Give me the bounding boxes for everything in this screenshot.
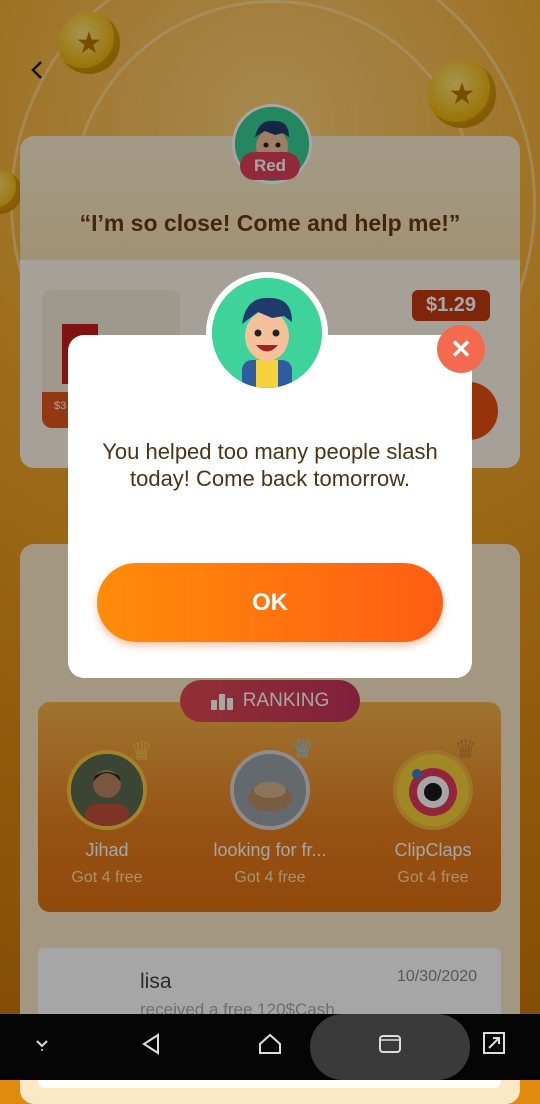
home-icon bbox=[259, 1033, 281, 1054]
ok-button[interactable]: OK bbox=[97, 563, 443, 642]
chevron-down-icon bbox=[36, 1040, 48, 1051]
nav-back-button[interactable] bbox=[134, 1030, 170, 1066]
boy-avatar-icon bbox=[212, 278, 322, 388]
nav-recents-button[interactable] bbox=[372, 1030, 408, 1066]
nav-expand-button[interactable] bbox=[476, 1030, 512, 1066]
back-triangle-icon bbox=[142, 1033, 159, 1055]
nav-home-button[interactable] bbox=[252, 1030, 288, 1066]
nav-hide-button[interactable] bbox=[24, 1030, 60, 1066]
close-button[interactable]: ✕ bbox=[437, 325, 485, 373]
expand-icon bbox=[483, 1032, 505, 1054]
modal-avatar bbox=[206, 272, 328, 394]
ok-button-label: OK bbox=[252, 588, 288, 616]
recents-icon bbox=[379, 1035, 401, 1053]
modal-message: You helped too many people slash today! … bbox=[102, 439, 438, 491]
modal-avatar-face bbox=[212, 278, 322, 388]
close-icon: ✕ bbox=[450, 334, 472, 364]
